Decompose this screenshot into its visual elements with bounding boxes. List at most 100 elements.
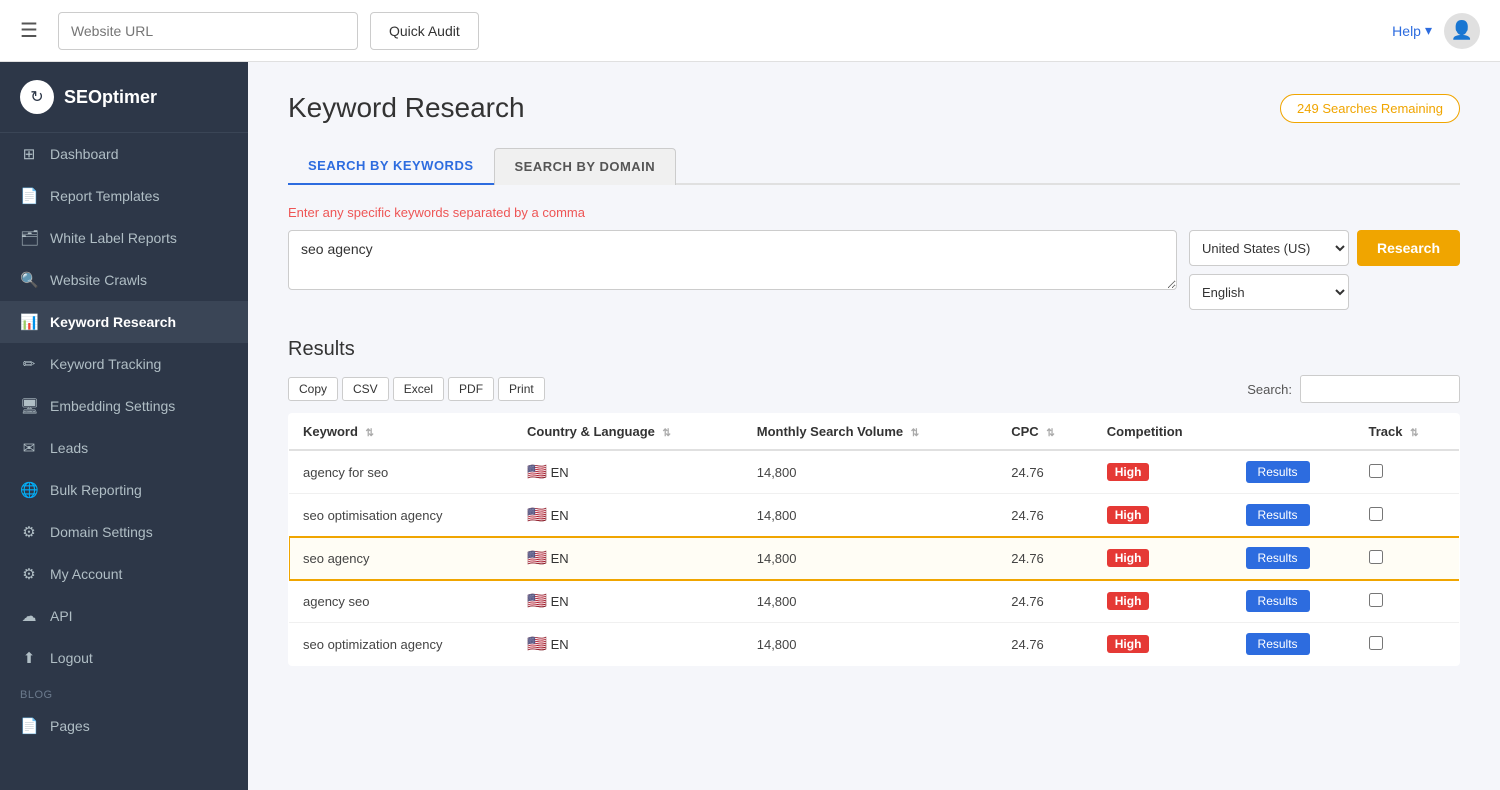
tab-by-domain[interactable]: SEARCH BY DOMAIN [494,148,677,185]
sidebar-item-label: Website Crawls [50,272,147,288]
main-content: Keyword Research 249 Searches Remaining … [248,62,1500,790]
sort-icon: ⇅ [663,428,671,439]
flag-icon: 🇺🇸 [527,550,547,567]
table-search-input[interactable] [1300,375,1460,403]
sidebar-item-keyword-research[interactable]: 📊 Keyword Research [0,301,248,343]
sidebar-item-leads[interactable]: ✉ Leads [0,427,248,469]
pages-icon: 📄 [20,717,38,735]
sidebar-item-website-crawls[interactable]: 🔍 Website Crawls [0,259,248,301]
cell-volume: 14,800 [743,580,998,623]
language-select[interactable]: English Spanish French German [1189,274,1349,310]
print-button[interactable]: Print [498,377,545,401]
country-select[interactable]: United States (US) United Kingdom (UK) C… [1189,230,1349,266]
sidebar-item-my-account[interactable]: ⚙ My Account [0,553,248,595]
results-table: Keyword ⇅ Country & Language ⇅ Monthly S… [288,413,1460,666]
lang-code: EN [551,508,569,523]
sidebar-item-report-templates[interactable]: 📄 Report Templates [0,175,248,217]
results-button[interactable]: Results [1246,590,1310,612]
cell-keyword: agency for seo [289,450,514,494]
cell-track [1355,537,1460,580]
sidebar-item-pages[interactable]: 📄 Pages [0,705,248,747]
excel-button[interactable]: Excel [393,377,444,401]
col-cpc[interactable]: CPC ⇅ [997,414,1093,451]
sort-icon: ⇅ [1046,428,1054,439]
col-monthly-volume[interactable]: Monthly Search Volume ⇅ [743,414,998,451]
cell-keyword: seo optimisation agency [289,494,514,537]
cell-country-language: 🇺🇸 EN [513,623,743,666]
sidebar-item-dashboard[interactable]: ⊞ Dashboard [0,133,248,175]
col-track[interactable]: Track ⇅ [1355,414,1460,451]
cell-competition: High [1093,537,1232,580]
help-button[interactable]: Help ▾ [1392,22,1432,39]
sort-icon: ⇅ [1410,428,1418,439]
track-checkbox[interactable] [1369,636,1383,650]
sidebar-item-domain-settings[interactable]: ⚙ Domain Settings [0,511,248,553]
sidebar-item-white-label[interactable]: 🗂 White Label Reports [0,217,248,259]
sidebar-item-logout[interactable]: ⬆ Logout [0,637,248,679]
results-button[interactable]: Results [1246,461,1310,483]
results-button[interactable]: Results [1246,633,1310,655]
track-checkbox[interactable] [1369,550,1383,564]
search-controls-row: United States (US) United Kingdom (UK) C… [1189,230,1460,266]
cell-cpc: 24.76 [997,623,1093,666]
api-icon: ☁ [20,607,38,625]
leads-icon: ✉ [20,439,38,457]
results-button[interactable]: Results [1246,547,1310,569]
avatar[interactable]: 👤 [1444,13,1480,49]
sort-icon: ⇅ [911,428,919,439]
cell-cpc: 24.76 [997,580,1093,623]
cell-country-language: 🇺🇸 EN [513,537,743,580]
sidebar-item-label: Logout [50,650,93,666]
cell-keyword: seo agency [289,537,514,580]
url-input[interactable] [58,12,358,50]
cell-cpc: 24.76 [997,494,1093,537]
col-competition[interactable]: Competition [1093,414,1232,451]
table-row: seo agency 🇺🇸 EN 14,800 24.76 High Resul… [289,537,1460,580]
blog-section: Blog [0,679,248,705]
table-controls: Copy CSV Excel PDF Print Search: [288,375,1460,403]
sidebar-item-embedding-settings[interactable]: 🖥 Embedding Settings [0,385,248,427]
cell-country-language: 🇺🇸 EN [513,494,743,537]
search-tabs: SEARCH BY KEYWORDS SEARCH BY DOMAIN [288,148,1460,185]
track-checkbox[interactable] [1369,464,1383,478]
results-button[interactable]: Results [1246,504,1310,526]
sidebar-item-keyword-tracking[interactable]: ✏ Keyword Tracking [0,343,248,385]
tab-by-keywords[interactable]: SEARCH BY KEYWORDS [288,148,494,185]
website-crawls-icon: 🔍 [20,271,38,289]
cell-competition: High [1093,623,1232,666]
competition-badge: High [1107,635,1150,653]
cell-country-language: 🇺🇸 EN [513,580,743,623]
competition-badge: High [1107,506,1150,524]
table-search: Search: [1247,375,1460,403]
lang-code: EN [551,551,569,566]
page-header: Keyword Research 249 Searches Remaining [288,92,1460,124]
pdf-button[interactable]: PDF [448,377,494,401]
research-button[interactable]: Research [1357,230,1460,266]
sidebar-item-api[interactable]: ☁ API [0,595,248,637]
col-country-language[interactable]: Country & Language ⇅ [513,414,743,451]
col-keyword[interactable]: Keyword ⇅ [289,414,514,451]
quick-audit-button[interactable]: Quick Audit [370,12,479,50]
page-title: Keyword Research [288,92,525,124]
results-title: Results [288,338,1460,361]
keyword-tracking-icon: ✏ [20,355,38,373]
track-checkbox[interactable] [1369,593,1383,607]
keyword-textarea[interactable]: seo agency [288,230,1177,290]
search-controls: United States (US) United Kingdom (UK) C… [1189,230,1460,310]
sort-icon: ⇅ [366,428,374,439]
lang-code: EN [551,637,569,652]
table-row: seo optimization agency 🇺🇸 EN 14,800 24.… [289,623,1460,666]
sidebar-item-label: Leads [50,440,88,456]
sidebar-item-label: API [50,608,73,624]
competition-badge: High [1107,592,1150,610]
csv-button[interactable]: CSV [342,377,389,401]
sidebar-item-bulk-reporting[interactable]: 🌐 Bulk Reporting [0,469,248,511]
table-row: seo optimisation agency 🇺🇸 EN 14,800 24.… [289,494,1460,537]
flag-icon: 🇺🇸 [527,507,547,524]
cell-competition: High [1093,494,1232,537]
cell-track [1355,450,1460,494]
copy-button[interactable]: Copy [288,377,338,401]
track-checkbox[interactable] [1369,507,1383,521]
hamburger-icon[interactable]: ☰ [20,18,38,43]
cell-track [1355,580,1460,623]
